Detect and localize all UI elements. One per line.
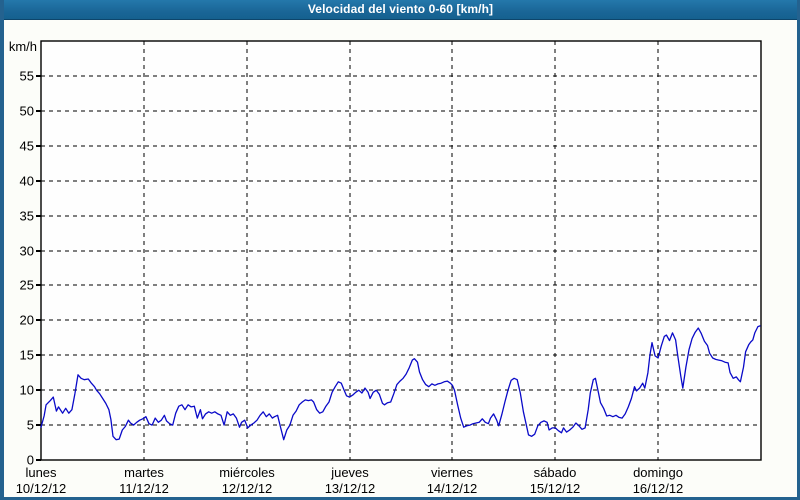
y-tick-label: 5 [27, 418, 34, 433]
day-name-label: jueves [330, 465, 369, 480]
day-name-label: lunes [25, 465, 57, 480]
day-date-label: 13/12/12 [325, 481, 376, 496]
y-tick-label: 35 [20, 209, 34, 224]
day-name-label: sábado [534, 465, 577, 480]
day-name-label: domingo [633, 465, 683, 480]
y-axis-unit-label: km/h [9, 39, 37, 54]
day-name-label: martes [124, 465, 164, 480]
day-name-label: miércoles [219, 465, 275, 480]
y-tick-label: 50 [20, 104, 34, 119]
y-tick-label: 20 [20, 313, 34, 328]
y-tick-label: 15 [20, 348, 34, 363]
day-date-label: 14/12/12 [427, 481, 478, 496]
window-titlebar: Velocidad del viento 0-60 [km/h] [4, 0, 797, 20]
day-date-label: 10/12/12 [16, 481, 67, 496]
day-date-label: 12/12/12 [222, 481, 273, 496]
day-name-label: viernes [431, 465, 473, 480]
day-date-label: 15/12/12 [530, 481, 581, 496]
y-tick-label: 25 [20, 278, 34, 293]
y-tick-label: 30 [20, 244, 34, 259]
y-tick-label: 10 [20, 383, 34, 398]
day-date-label: 11/12/12 [119, 481, 169, 496]
wind-speed-chart: 0510152025303540455055km/hlunes10/12/12m… [4, 20, 797, 497]
chart-panel: 0510152025303540455055km/hlunes10/12/12m… [4, 20, 797, 497]
y-tick-label: 55 [20, 69, 34, 84]
wind-chart-window: Velocidad del viento 0-60 [km/h] 0510152… [0, 0, 800, 500]
y-tick-label: 45 [20, 139, 34, 154]
chart-title: Velocidad del viento 0-60 [km/h] [308, 0, 493, 19]
y-tick-label: 40 [20, 174, 34, 189]
day-date-label: 16/12/12 [633, 481, 684, 496]
